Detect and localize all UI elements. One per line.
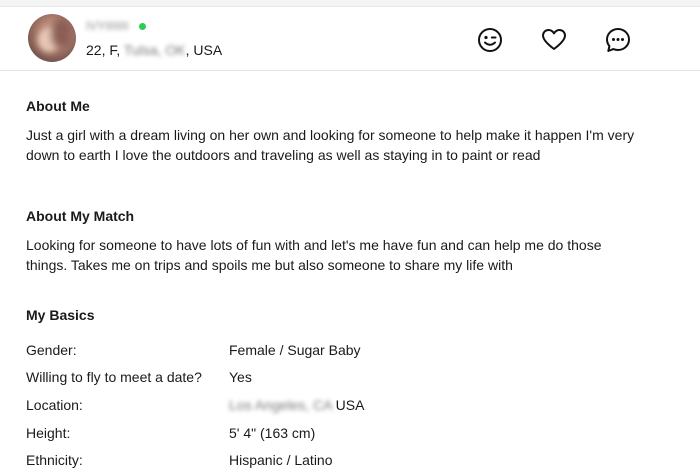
location-country: USA bbox=[335, 397, 365, 413]
basics-label: Gender: bbox=[26, 342, 77, 358]
profile-header: IVYIIIIIII 22, F, Tulsa, OK, USA bbox=[0, 7, 700, 71]
wink-button[interactable] bbox=[476, 26, 504, 54]
basics-row-height: Height: 5' 4" (163 cm) bbox=[26, 424, 676, 442]
location-blurred: Los Angeles, CA bbox=[229, 397, 332, 413]
heart-icon bbox=[542, 29, 566, 50]
basics-label: Height: bbox=[26, 425, 71, 441]
basics-label: Willing to fly to meet a date? bbox=[26, 369, 202, 385]
basics-value: Yes bbox=[229, 369, 252, 385]
chat-icon bbox=[606, 28, 630, 52]
message-button[interactable] bbox=[604, 26, 632, 54]
top-strip bbox=[0, 0, 700, 7]
profile-meta: 22, F, Tulsa, OK, USA bbox=[86, 42, 222, 58]
basics-value: Hispanic / Latino bbox=[229, 452, 333, 468]
basics-value: 5' 4" (163 cm) bbox=[229, 425, 316, 441]
favorite-button[interactable] bbox=[540, 26, 568, 54]
basics-row-location: Location: Los Angeles, CA USA bbox=[26, 396, 676, 414]
basics-value: Female / Sugar Baby bbox=[229, 342, 361, 358]
about-match-text: Looking for someone to have lots of fun … bbox=[26, 237, 602, 273]
basics-row-ethnicity: Ethnicity: Hispanic / Latino bbox=[26, 451, 676, 469]
basics-row-gender: Gender: Female / Sugar Baby bbox=[26, 341, 676, 359]
city-blurred: Tulsa, OK bbox=[123, 42, 186, 58]
country: , USA bbox=[185, 42, 223, 58]
basics-heading: My Basics bbox=[26, 307, 95, 323]
basics-label: Ethnicity: bbox=[26, 452, 83, 468]
basics-label: Location: bbox=[26, 397, 83, 413]
basics-value: Los Angeles, CA USA bbox=[229, 396, 364, 414]
about-me-heading: About Me bbox=[26, 98, 90, 114]
username[interactable]: IVYIIIIIII bbox=[86, 19, 134, 33]
about-me-text: Just a girl with a dream living on her o… bbox=[26, 127, 635, 163]
online-status-dot bbox=[139, 23, 146, 30]
basics-row-fly: Willing to fly to meet a date? Yes bbox=[26, 368, 676, 386]
avatar[interactable] bbox=[28, 14, 76, 62]
about-match-heading: About My Match bbox=[26, 208, 135, 224]
wink-icon bbox=[478, 28, 502, 52]
age-gender: 22, F, bbox=[86, 42, 121, 58]
